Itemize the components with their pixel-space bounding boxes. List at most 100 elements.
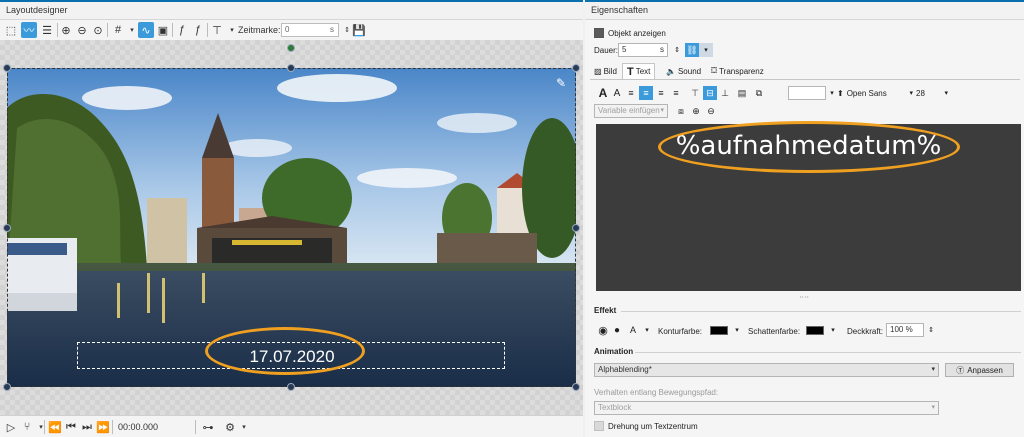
font-size-small-icon[interactable]: A xyxy=(610,86,624,100)
duration-input[interactable]: 5 s xyxy=(618,43,668,57)
font-size-select[interactable]: 28 ▾ xyxy=(916,86,948,100)
transparency-icon: ⛋ xyxy=(711,66,718,75)
font-size-large-icon[interactable]: A xyxy=(596,86,610,100)
zoom-fit-icon[interactable]: ⊙ xyxy=(90,22,106,38)
customize-icon: Ⓣ xyxy=(956,365,965,375)
curve-edit-icon[interactable]: ƒ xyxy=(190,22,206,38)
camera-icon[interactable]: ▣ xyxy=(155,22,171,38)
align-icon[interactable]: ⊤ xyxy=(209,22,225,38)
edit-pencil-icon[interactable]: ✎ xyxy=(556,76,566,90)
insert-variable-select[interactable]: Variable einfügen ▾ xyxy=(594,104,668,118)
path-behavior-select[interactable]: Textblock ▾ xyxy=(594,401,939,415)
zoom-out-icon[interactable]: ⊖ xyxy=(74,22,90,38)
animation-section-title: Animation xyxy=(594,347,634,356)
resize-handle-tl[interactable] xyxy=(3,64,11,72)
timecode: 00:00.000 xyxy=(118,422,159,432)
effect-outline-radio-icon[interactable]: ◉ xyxy=(596,323,610,337)
outline-color-dropdown-icon[interactable]: ▾ xyxy=(730,323,744,337)
align-center-icon[interactable]: ≡ xyxy=(639,86,653,100)
align-left-icon[interactable]: ≡ xyxy=(624,86,638,100)
shadow-color-swatch[interactable] xyxy=(806,326,824,335)
tab-transparenz-label: Transparenz xyxy=(719,66,764,76)
link-dropdown-icon[interactable]: ▾ xyxy=(699,43,713,57)
layer-tool-icon[interactable]: ☰ xyxy=(39,22,55,38)
font-icon: ⬆ xyxy=(837,88,844,98)
curve-icon[interactable]: ƒ xyxy=(174,22,190,38)
valign-bottom-icon[interactable]: ⊥ xyxy=(718,86,732,100)
valign-middle-icon[interactable]: ⊟ xyxy=(703,86,717,100)
tab-sound-label: Sound xyxy=(677,66,702,76)
rewind-icon[interactable]: ⏪ xyxy=(47,419,63,435)
rotate-center-checkbox[interactable] xyxy=(594,421,604,431)
keyframe-dropdown-icon[interactable]: ▾ xyxy=(236,419,252,435)
valign-top-icon[interactable]: ⊤ xyxy=(688,86,702,100)
duration-unit: s xyxy=(660,45,664,54)
keyframe-icon[interactable]: ⊶ xyxy=(200,419,216,435)
outline-color-swatch[interactable] xyxy=(710,326,728,335)
duration-label: Dauer: xyxy=(594,46,619,55)
resize-handle-b[interactable] xyxy=(287,383,295,391)
resize-handle-br[interactable] xyxy=(572,383,580,391)
opacity-input[interactable]: 100 % xyxy=(886,323,924,337)
insert-variable-label: Variable einfügen xyxy=(598,106,660,115)
effect-style-icon[interactable]: A xyxy=(626,323,640,337)
tab-sound[interactable]: 🔈 Sound xyxy=(662,63,705,79)
fast-forward-icon[interactable]: ⏩ xyxy=(95,419,111,435)
effect-shadow-icon[interactable]: ● xyxy=(610,323,624,337)
path-tool-icon[interactable]: 〰 xyxy=(21,22,37,38)
show-object-checkbox[interactable] xyxy=(594,28,604,38)
opacity-label: Deckkraft: xyxy=(847,327,884,336)
save-icon[interactable]: 💾 xyxy=(351,22,367,38)
resize-handle-r[interactable] xyxy=(572,224,580,232)
highlight-ellipse-date xyxy=(205,327,365,375)
animation-dropdown-icon: ▾ xyxy=(931,366,935,373)
layoutdesigner-panel: Layoutdesigner ⬚ 〰 ☰ ⊕ ⊖ ⊙ # ▾ ∿ ▣ ƒ ƒ ⊤… xyxy=(0,0,583,437)
effect-dropdown-icon[interactable]: ▾ xyxy=(640,323,654,337)
shadow-color-dropdown-icon[interactable]: ▾ xyxy=(826,323,840,337)
show-object-label: Objekt anzeigen xyxy=(608,29,666,38)
path-behavior-dropdown-icon: ▾ xyxy=(931,404,935,411)
tab-bild[interactable]: ▨ Bild xyxy=(590,63,621,79)
text-color-select[interactable] xyxy=(788,86,826,100)
tab-transparenz[interactable]: ⛋ Transparenz xyxy=(707,63,768,79)
outline-color-label: Konturfarbe: xyxy=(658,327,703,336)
zeitmarke-input[interactable]: 0 s xyxy=(281,23,339,37)
rotate-center-label: Drehung um Textzentrum xyxy=(608,422,698,431)
play-icon[interactable]: ▷ xyxy=(3,419,19,435)
resize-grip-icon[interactable]: ⠒⠒ xyxy=(799,294,809,302)
text-wrap-icon[interactable]: ▤ xyxy=(735,86,749,100)
resize-handle-tr[interactable] xyxy=(572,64,580,72)
fit-text-icon[interactable]: ⧉ xyxy=(752,86,766,100)
opacity-value: 100 % xyxy=(890,325,913,334)
duration-stepper-icon[interactable]: ⇕ xyxy=(670,43,684,57)
link-icon[interactable]: ⛓ xyxy=(685,43,699,57)
align-right-icon[interactable]: ≡ xyxy=(654,86,668,100)
rotation-handle[interactable] xyxy=(287,44,295,52)
panel-title: Layoutdesigner xyxy=(6,5,68,15)
resize-handle-bl[interactable] xyxy=(3,383,11,391)
editor-zoom-out-icon[interactable]: ⊖ xyxy=(704,104,718,118)
next-frame-icon[interactable]: ⏭ xyxy=(79,419,95,435)
shadow-color-label: Schattenfarbe: xyxy=(748,327,801,336)
highlight-ellipse-variable xyxy=(658,121,960,173)
animation-select[interactable]: Alphablending* ▾ xyxy=(594,363,939,377)
zeitmarke-unit: s xyxy=(330,25,334,34)
tab-text-label: Text xyxy=(635,67,651,76)
opacity-stepper-icon[interactable]: ⇕ xyxy=(924,323,938,337)
tab-text[interactable]: T Text xyxy=(622,63,656,79)
font-select[interactable]: ⬆ Open Sans ▾ xyxy=(837,86,913,100)
resize-handle-t[interactable] xyxy=(287,64,295,72)
titlebar-accent xyxy=(585,0,1024,2)
customize-button[interactable]: Ⓣ Anpassen xyxy=(945,363,1014,377)
prev-frame-icon[interactable]: ⏮ xyxy=(63,419,79,435)
select-tool-icon[interactable]: ⬚ xyxy=(3,22,19,38)
zoom-in-icon[interactable]: ⊕ xyxy=(58,22,74,38)
layer-order-icon[interactable]: ⧈ xyxy=(674,104,688,118)
resize-handle-l[interactable] xyxy=(3,224,11,232)
duration-value: 5 xyxy=(622,45,627,54)
image-icon: ▨ xyxy=(594,66,602,76)
motion-path-icon[interactable]: ∿ xyxy=(138,22,154,38)
properties-panel: Eigenschaften Objekt anzeigen Dauer: 5 s… xyxy=(585,0,1024,437)
align-justify-icon[interactable]: ≡ xyxy=(669,86,683,100)
editor-zoom-in-icon[interactable]: ⊕ xyxy=(689,104,703,118)
